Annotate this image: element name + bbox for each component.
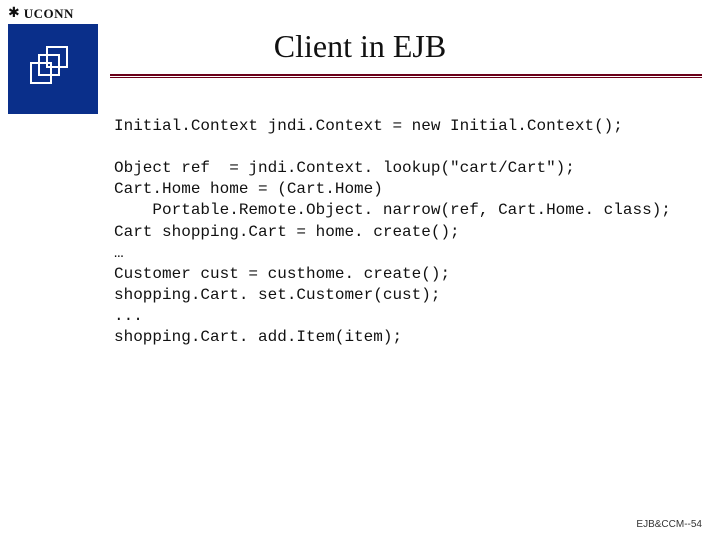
- uconn-wordmark: ✱ UCONN: [8, 6, 108, 22]
- uconn-seal-icon: ✱: [8, 7, 20, 21]
- slide-title: Client in EJB: [0, 28, 720, 65]
- code-line: …: [114, 244, 124, 262]
- title-rule-thick: [110, 74, 702, 76]
- code-line: shopping.Cart. add.Item(item);: [114, 328, 402, 346]
- uconn-text: UCONN: [24, 6, 74, 22]
- code-line: Object ref = jndi.Context. lookup("cart/…: [114, 159, 575, 177]
- code-line: Portable.Remote.Object. narrow(ref, Cart…: [114, 201, 671, 219]
- code-line: Customer cust = custhome. create();: [114, 265, 450, 283]
- code-line: ...: [114, 307, 143, 325]
- code-line: Cart shopping.Cart = home. create();: [114, 223, 460, 241]
- code-line: Cart.Home home = (Cart.Home): [114, 180, 383, 198]
- title-rule-thin: [110, 77, 702, 78]
- code-block: Initial.Context jndi.Context = new Initi…: [114, 116, 696, 348]
- code-line: shopping.Cart. set.Customer(cust);: [114, 286, 440, 304]
- slide-footer: EJB&CCM--54: [636, 519, 702, 530]
- code-line: Initial.Context jndi.Context = new Initi…: [114, 117, 623, 135]
- slide: ✱ UCONN Client in EJB Initial.Context jn…: [0, 0, 720, 540]
